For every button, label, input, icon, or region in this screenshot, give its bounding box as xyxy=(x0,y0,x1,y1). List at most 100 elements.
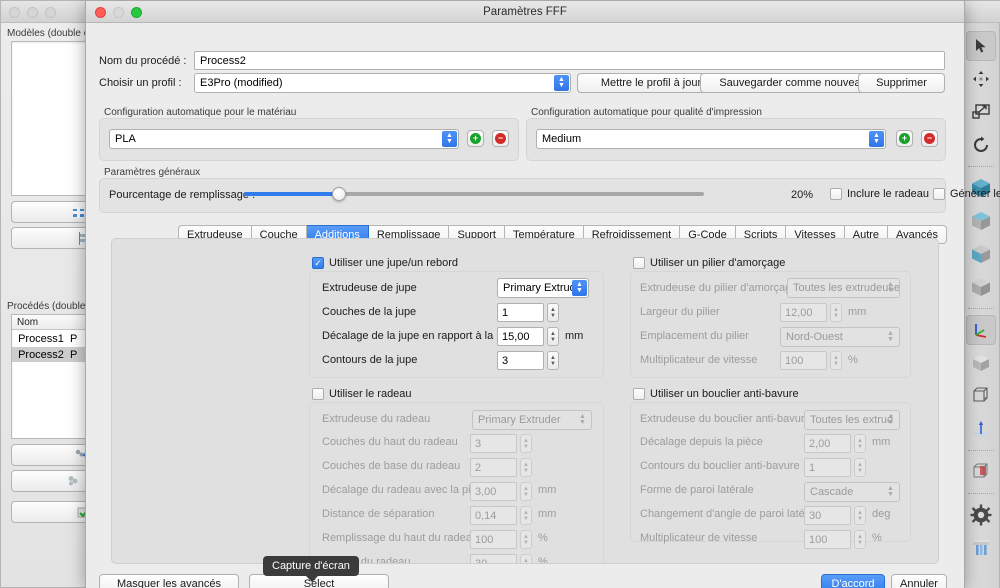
pillar-extruder-select[interactable]: Toutes les extrudeuses ▲▼ xyxy=(787,278,900,298)
remove-quality-button[interactable]: − xyxy=(921,130,938,147)
shield-outlines-stepper[interactable]: ▲▼ xyxy=(854,458,866,477)
toolbar-divider xyxy=(968,166,994,167)
material-select-value: PLA xyxy=(115,133,136,145)
profile-label: Choisir un profil : xyxy=(99,77,182,89)
skirt-outlines-input[interactable]: 3 xyxy=(497,351,544,370)
shield-angle-unit: deg xyxy=(872,508,890,520)
checkbox-box xyxy=(830,188,842,200)
bg-minimize-button[interactable] xyxy=(27,7,38,18)
row-name: Process2 xyxy=(12,349,70,361)
shield-angle-input[interactable]: 30 xyxy=(804,506,851,525)
infill-label: Pourcentage de remplissage : xyxy=(109,189,255,201)
profile-select-value: E3Pro (modified) xyxy=(200,77,283,89)
raft-offset-stepper[interactable]: ▲▼ xyxy=(520,482,532,501)
add-material-button[interactable]: + xyxy=(467,130,484,147)
edit-process-icon xyxy=(67,475,81,488)
generate-support-checkbox[interactable]: Générer le support xyxy=(933,188,1000,200)
plus-icon: + xyxy=(899,133,910,144)
checkbox-box xyxy=(633,388,645,400)
pillar-width-input[interactable]: 12,00 xyxy=(780,303,827,322)
hide-advanced-button[interactable]: Masquer les avancés xyxy=(99,574,239,588)
use-skirt-checkbox[interactable]: Utiliser une jupe/un rebord xyxy=(312,257,458,269)
skirt-extruder-select[interactable]: Primary Extruder ▲▼ xyxy=(497,278,589,298)
bg-zoom-button[interactable] xyxy=(45,7,56,18)
cube-gray-icon[interactable] xyxy=(966,272,996,302)
add-quality-button[interactable]: + xyxy=(896,130,913,147)
dialog-titlebar: Paramètres FFF xyxy=(86,1,964,23)
shield-angle-stepper[interactable]: ▲▼ xyxy=(854,506,866,525)
raft-base-layers-stepper[interactable]: ▲▼ xyxy=(520,458,532,477)
pillar-speed-stepper[interactable]: ▲▼ xyxy=(830,351,842,370)
raft-speed-input[interactable]: 30 xyxy=(470,554,517,564)
shield-extruder-select[interactable]: Toutes les extrud ▲▼ xyxy=(804,410,900,430)
skirt-layers-stepper[interactable]: ▲▼ xyxy=(547,303,559,322)
cancel-button[interactable]: Annuler xyxy=(891,574,947,588)
delete-profile-button[interactable]: Supprimer xyxy=(858,73,945,93)
infill-value: 20% xyxy=(791,189,813,201)
move-arrows-icon[interactable] xyxy=(966,64,996,94)
pillar-width-stepper[interactable]: ▲▼ xyxy=(830,303,842,322)
ok-button[interactable]: D'accord xyxy=(821,574,885,588)
raft-base-layers-label: Couches de base du radeau xyxy=(322,460,460,472)
chevron-updown-icon: ▲▼ xyxy=(869,131,884,147)
raft-base-layers-input[interactable]: 2 xyxy=(470,458,517,477)
raft-top-infill-stepper[interactable]: ▲▼ xyxy=(520,530,532,549)
select-button[interactable]: Sélect xyxy=(249,574,389,588)
minimize-button[interactable] xyxy=(113,7,124,18)
raft-separation-stepper[interactable]: ▲▼ xyxy=(520,506,532,525)
skirt-offset-stepper[interactable]: ▲▼ xyxy=(547,327,559,346)
remove-material-button[interactable]: − xyxy=(492,130,509,147)
shield-offset-input[interactable]: 2,00 xyxy=(804,434,851,453)
raft-offset-input[interactable]: 3,00 xyxy=(470,482,517,501)
raft-top-infill-input[interactable]: 100 xyxy=(470,530,517,549)
raft-separation-label: Distance de séparation xyxy=(322,508,435,520)
shield-outlines-input[interactable]: 1 xyxy=(804,458,851,477)
skirt-layers-input[interactable]: 1 xyxy=(497,303,544,322)
pillar-location-label: Emplacement du pilier xyxy=(640,330,749,342)
cursor-arrow-icon[interactable] xyxy=(966,31,996,61)
raft-top-layers-stepper[interactable]: ▲▼ xyxy=(520,434,532,453)
cube-blue2-icon[interactable] xyxy=(966,239,996,269)
support-icon[interactable] xyxy=(966,533,996,563)
raft-top-layers-input[interactable]: 3 xyxy=(470,434,517,453)
shield-wall-shape-select[interactable]: Cascade ▲▼ xyxy=(804,482,900,502)
shield-speed-input[interactable]: 100 xyxy=(804,530,851,549)
shield-speed-stepper[interactable]: ▲▼ xyxy=(854,530,866,549)
skirt-outlines-stepper[interactable]: ▲▼ xyxy=(547,351,559,370)
shield-offset-stepper[interactable]: ▲▼ xyxy=(854,434,866,453)
pillar-location-select[interactable]: Nord-Ouest ▲▼ xyxy=(780,327,900,347)
use-prime-pillar-checkbox[interactable]: Utiliser un pilier d'amorçage xyxy=(633,257,785,269)
process-name-label: Nom du procédé : xyxy=(99,55,186,67)
rotate-icon[interactable] xyxy=(966,130,996,160)
pillar-speed-input[interactable]: 100 xyxy=(780,351,827,370)
wireframe-cube-icon[interactable] xyxy=(966,381,996,411)
skirt-layers-label: Couches de la jupe xyxy=(322,306,416,318)
include-raft-checkbox[interactable]: Inclure le radeau xyxy=(830,188,929,200)
checkbox-box xyxy=(633,257,645,269)
additions-tab-content: Utiliser une jupe/un rebord Extrudeuse d… xyxy=(111,238,939,564)
use-raft-checkbox[interactable]: Utiliser le radeau xyxy=(312,388,412,400)
process-name-input[interactable]: Process2 xyxy=(194,51,945,70)
close-button[interactable] xyxy=(95,7,106,18)
axes-icon[interactable] xyxy=(966,315,996,345)
solid-cube-icon[interactable] xyxy=(966,348,996,378)
skirt-offset-input[interactable]: 15,00 xyxy=(497,327,544,346)
material-select[interactable]: PLA ▲▼ xyxy=(109,129,459,149)
raft-separation-input[interactable]: 0,14 xyxy=(470,506,517,525)
pin-icon[interactable] xyxy=(966,414,996,444)
checkbox-box xyxy=(312,257,324,269)
pillar-speed-unit: % xyxy=(848,354,858,366)
raft-offset-unit: mm xyxy=(538,484,556,496)
cube-half-icon[interactable] xyxy=(966,206,996,236)
bg-close-button[interactable] xyxy=(9,7,20,18)
scale-icon[interactable] xyxy=(966,97,996,127)
zoom-button[interactable] xyxy=(131,7,142,18)
quality-select[interactable]: Medium ▲▼ xyxy=(536,129,886,149)
raft-extruder-select[interactable]: Primary Extruder ▲▼ xyxy=(472,410,592,430)
cross-section-icon[interactable] xyxy=(966,457,996,487)
infill-slider-knob[interactable] xyxy=(332,187,346,201)
use-ooze-shield-checkbox[interactable]: Utiliser un bouclier anti-bavure xyxy=(633,388,799,400)
profile-select[interactable]: E3Pro (modified) ▲▼ xyxy=(194,73,571,93)
gear-icon[interactable] xyxy=(966,500,996,530)
raft-speed-stepper[interactable]: ▲▼ xyxy=(520,554,532,564)
